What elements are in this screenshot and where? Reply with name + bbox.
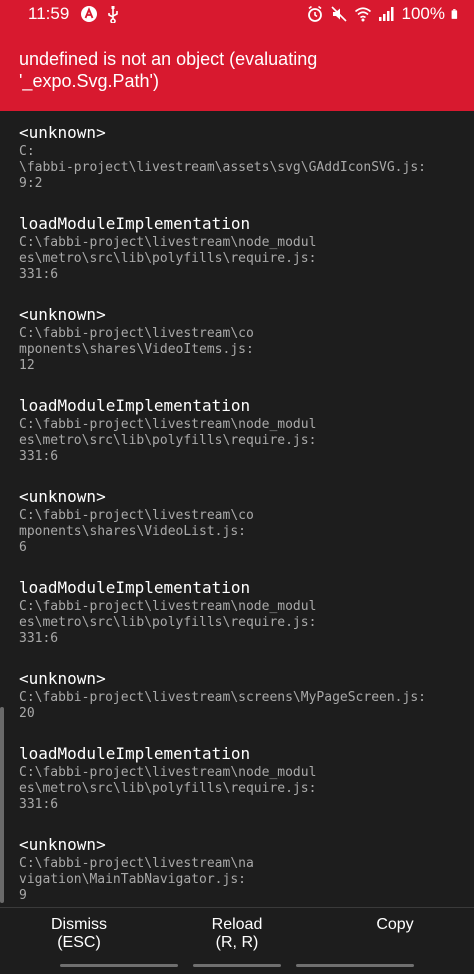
usb-icon <box>108 6 118 23</box>
stack-frame[interactable]: loadModuleImplementation C:\fabbi-projec… <box>19 578 464 647</box>
stack-frame[interactable]: <unknown> C: \fabbi-project\livestream\a… <box>19 123 464 192</box>
stack-frame[interactable]: <unknown> C:\fabbi-project\livestream\na… <box>19 835 464 904</box>
frame-name: loadModuleImplementation <box>19 396 251 415</box>
frame-path: C:\fabbi-project\livestream\screens\MyPa… <box>19 690 426 721</box>
reload-label: Reload <box>211 916 263 933</box>
frame-name: <unknown> <box>19 669 106 688</box>
frame-path: C:\fabbi-project\livestream\node_modul e… <box>19 235 317 282</box>
frame-name: loadModuleImplementation <box>19 214 251 233</box>
frame-name: <unknown> <box>19 123 106 142</box>
stack-frame[interactable]: loadModuleImplementation C:\fabbi-projec… <box>19 396 464 465</box>
mute-icon <box>330 6 347 22</box>
battery-icon <box>451 9 458 19</box>
wifi-icon <box>354 7 371 22</box>
stack-frame[interactable]: <unknown> C:\fabbi-project\livestream\co… <box>19 305 464 374</box>
error-header: undefined is not an object (evaluating '… <box>0 28 474 111</box>
frame-path: C:\fabbi-project\livestream\na vigation\… <box>19 856 254 903</box>
nav-recents-handle[interactable] <box>296 964 414 967</box>
battery-percent: 100% <box>401 4 445 23</box>
dismiss-button[interactable]: Dismiss (ESC) <box>0 908 158 959</box>
reload-button[interactable]: Reload (R, R) <box>158 908 316 959</box>
frame-path: C:\fabbi-project\livestream\node_modul e… <box>19 417 317 464</box>
frame-path: C:\fabbi-project\livestream\node_modul e… <box>19 599 317 646</box>
status-right: 100% <box>306 4 462 24</box>
status-time: 11:59 <box>28 4 70 23</box>
status-left-icons <box>80 5 122 23</box>
alarm-icon <box>307 5 322 22</box>
stack-frame[interactable]: loadModuleImplementation C:\fabbi-projec… <box>19 214 464 283</box>
stack-trace[interactable]: <unknown> C: \fabbi-project\livestream\a… <box>0 111 474 907</box>
signal-icon <box>378 7 394 21</box>
frame-path: C:\fabbi-project\livestream\node_modul e… <box>19 765 317 812</box>
status-bar: 11:59 100% <box>0 0 474 28</box>
dismiss-shortcut: (ESC) <box>57 934 101 951</box>
frame-path: C:\fabbi-project\livestream\co mponents\… <box>19 326 254 373</box>
scroll-indicator[interactable] <box>0 707 4 903</box>
copy-label: Copy <box>376 916 414 933</box>
reload-shortcut: (R, R) <box>215 934 259 951</box>
frame-name: loadModuleImplementation <box>19 578 251 597</box>
frame-path: C: \fabbi-project\livestream\assets\svg\… <box>19 144 426 191</box>
nav-home-handle[interactable] <box>193 964 281 967</box>
system-nav-bar <box>0 959 474 974</box>
frame-name: <unknown> <box>19 835 106 854</box>
stack-frame[interactable]: loadModuleImplementation C:\fabbi-projec… <box>19 744 464 813</box>
frame-name: <unknown> <box>19 487 106 506</box>
stack-frame[interactable]: <unknown> C:\fabbi-project\livestream\sc… <box>19 669 464 722</box>
frame-path: C:\fabbi-project\livestream\co mponents\… <box>19 508 254 555</box>
stack-frame[interactable]: <unknown> C:\fabbi-project\livestream\co… <box>19 487 464 556</box>
bottom-toolbar: Dismiss (ESC) Reload (R, R) Copy <box>0 907 474 959</box>
frame-name: <unknown> <box>19 305 106 324</box>
copy-button[interactable]: Copy <box>316 908 474 959</box>
nav-back-handle[interactable] <box>60 964 178 967</box>
error-title: undefined is not an object (evaluating '… <box>19 49 318 91</box>
frame-name: loadModuleImplementation <box>19 744 251 763</box>
dismiss-label: Dismiss <box>51 916 107 933</box>
a-icon <box>81 6 97 22</box>
